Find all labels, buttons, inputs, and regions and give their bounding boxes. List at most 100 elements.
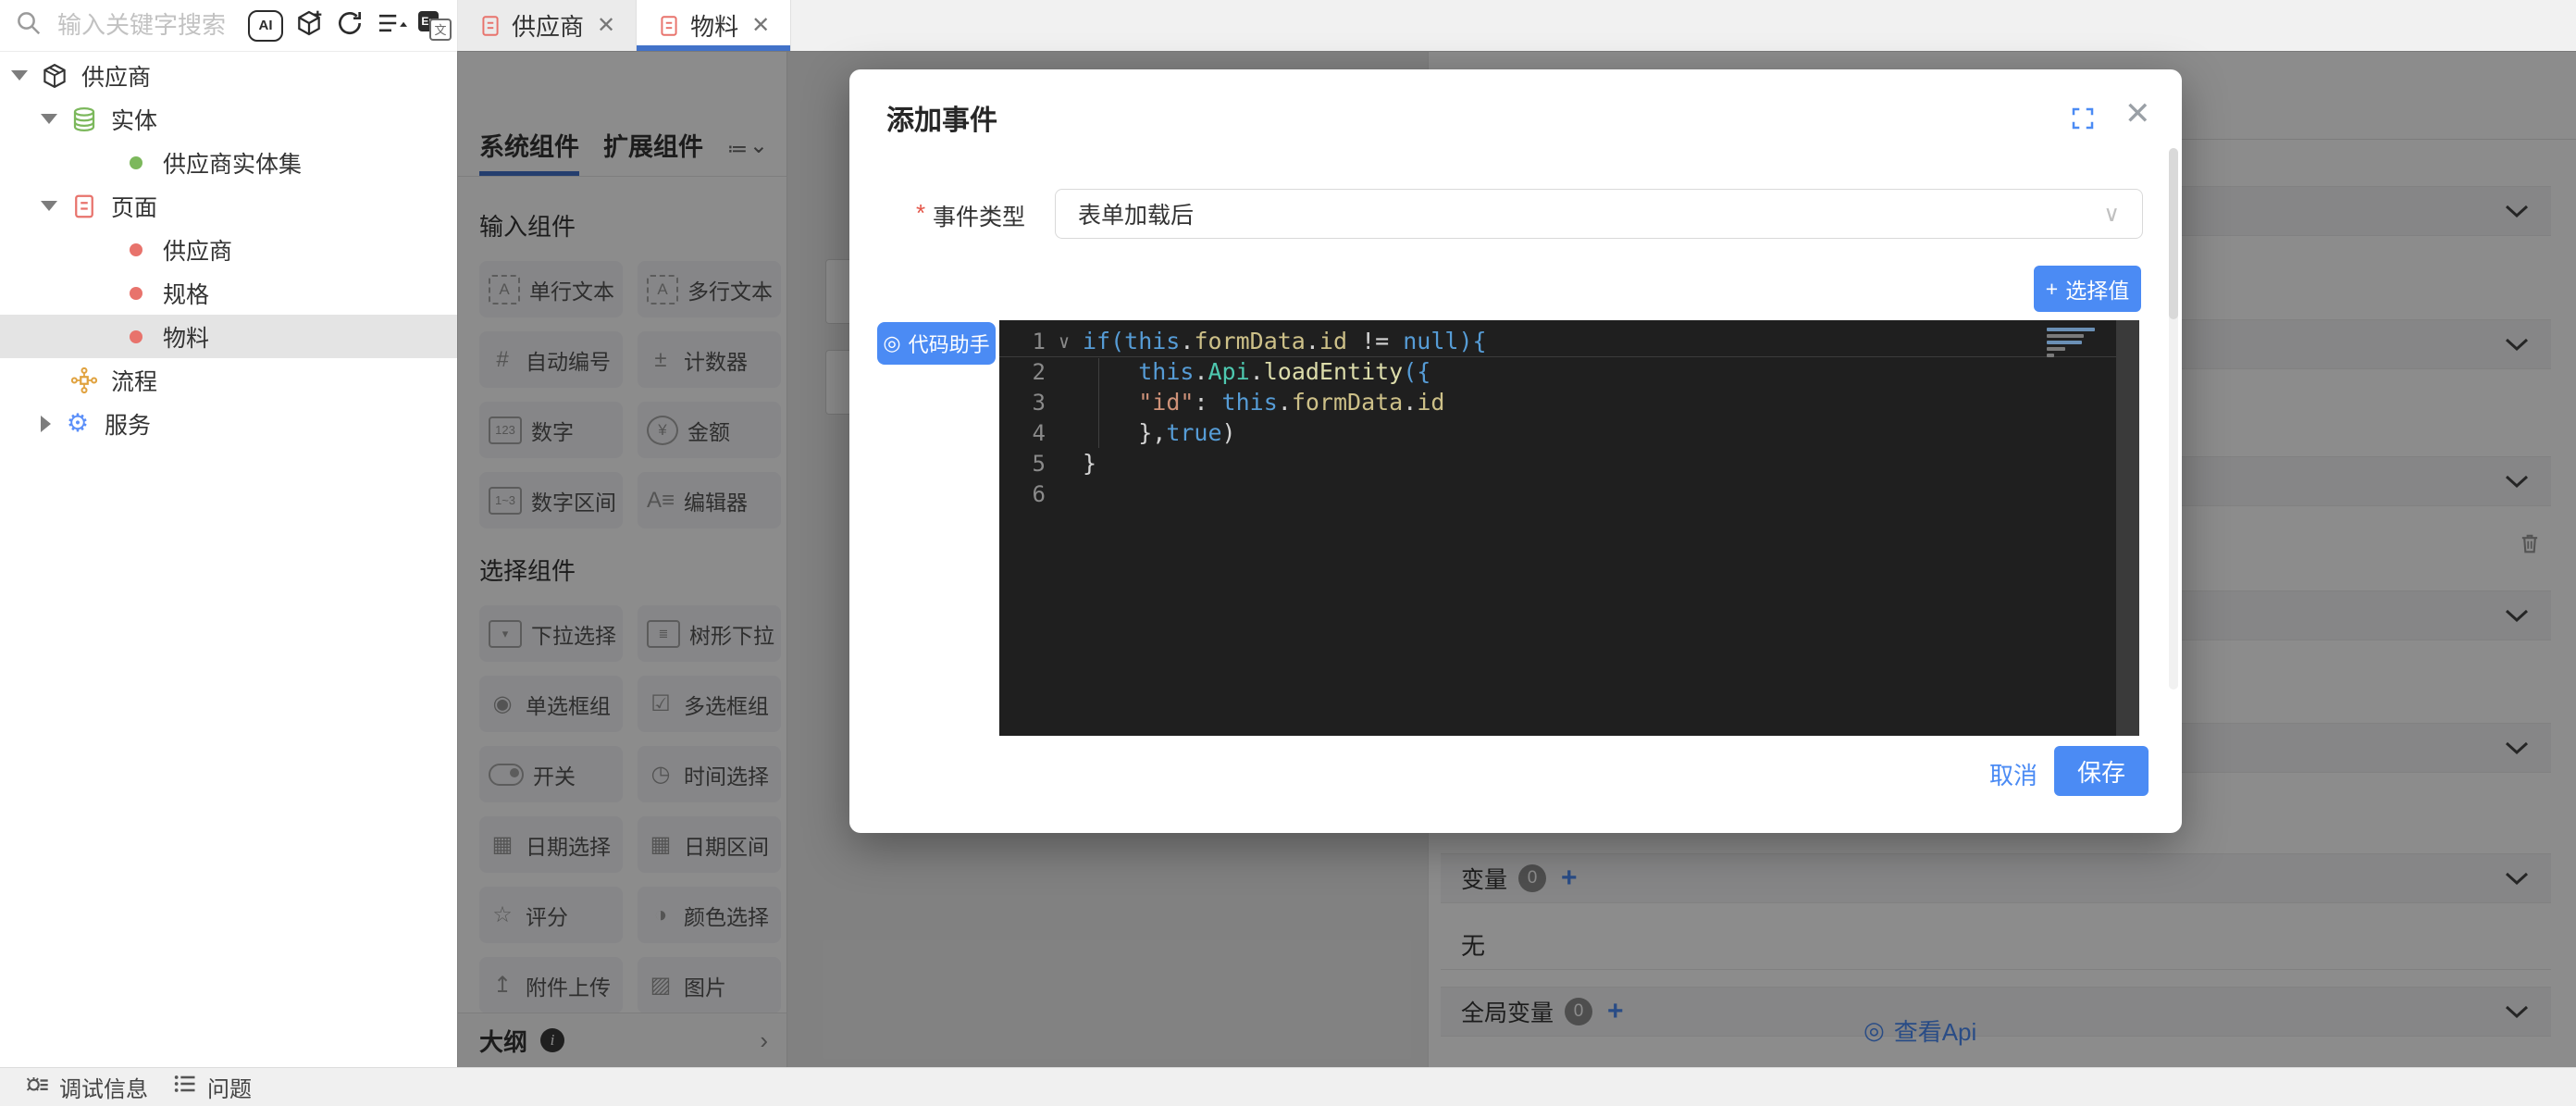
line-number: 2 xyxy=(999,359,1046,385)
app-root: { "topbar": { "search_placeholder": "输入关… xyxy=(0,0,2576,1105)
code-token: formData xyxy=(1292,389,1403,416)
code-token: "id" xyxy=(1138,389,1194,416)
code-assistant-button[interactable]: ◎ 代码助手 xyxy=(877,322,996,365)
tree-item-label: 供应商 xyxy=(163,233,232,267)
code-token: . xyxy=(1403,389,1417,416)
code-line-1[interactable]: 1∨if(this.formData.id != null){ xyxy=(999,326,2116,356)
line-number: 6 xyxy=(999,481,1046,507)
editor-scrollbar[interactable] xyxy=(2116,320,2139,736)
tree-item-服务[interactable]: ⚙服务 xyxy=(0,402,457,445)
tree-item-供应商实体集[interactable]: 供应商实体集 xyxy=(0,141,457,184)
tree-item-物料[interactable]: 物料 xyxy=(0,315,457,358)
code-token xyxy=(1083,389,1138,416)
code-text: this.Api.loadEntity({ xyxy=(1083,358,1430,385)
code-token: Api xyxy=(1208,358,1250,385)
status-bar: 调试信息 问题 xyxy=(0,1067,2576,1106)
code-token: true xyxy=(1166,419,1221,446)
flow-icon xyxy=(68,365,100,396)
code-token: this xyxy=(1222,389,1278,416)
close-tab-icon[interactable]: ✕ xyxy=(751,12,770,39)
issues-button[interactable]: 问题 xyxy=(172,1071,252,1103)
line-number: 4 xyxy=(999,420,1046,446)
code-token: . xyxy=(1250,358,1264,385)
tree-item-供应商[interactable]: 供应商 xyxy=(0,54,457,97)
tree-item-label: 实体 xyxy=(111,103,157,136)
code-lines: 1∨if(this.formData.id != null){2 this.Ap… xyxy=(999,326,2116,509)
caret-down-icon[interactable] xyxy=(41,201,57,211)
tree-item-label: 服务 xyxy=(105,407,151,441)
dialog-title: 添加事件 xyxy=(886,97,997,138)
tree-item-label: 供应商 xyxy=(81,59,151,93)
dialog-scrollbar[interactable] xyxy=(2169,148,2178,690)
code-token xyxy=(1083,358,1138,385)
editor-tab-0[interactable]: 供应商✕ xyxy=(458,0,637,51)
tree-item-label: 物料 xyxy=(163,320,209,354)
caret-down-icon[interactable] xyxy=(41,114,57,124)
dialog-scrollbar-thumb[interactable] xyxy=(2169,148,2178,319)
code-token: ({ xyxy=(1403,358,1430,385)
tree-item-规格[interactable]: 规格 xyxy=(0,271,457,315)
code-token: if( xyxy=(1083,328,1124,354)
tree-item-流程[interactable]: 流程 xyxy=(0,358,457,402)
tree-item-label: 页面 xyxy=(111,190,157,223)
tab-label: 物料 xyxy=(690,8,738,43)
topbar-actions: AI En 文 xyxy=(248,0,452,51)
target-icon: ◎ xyxy=(883,331,900,355)
close-icon[interactable]: ✕ xyxy=(2124,95,2151,132)
code-line-3[interactable]: 3 "id": this.formData.id xyxy=(999,387,2116,417)
code-token: != xyxy=(1347,328,1403,354)
ai-assistant-icon[interactable]: AI xyxy=(248,10,283,42)
list-collapse-icon[interactable] xyxy=(376,8,407,43)
minimap xyxy=(2047,328,2102,360)
refresh-icon[interactable] xyxy=(335,8,365,43)
code-token xyxy=(1083,419,1138,446)
code-token: id xyxy=(1417,389,1444,416)
required-mark: * xyxy=(916,199,925,228)
translate-zh: 文 xyxy=(429,19,452,41)
translate-icon[interactable]: En 文 xyxy=(418,11,452,41)
project-tree-sidebar: 供应商实体供应商实体集页面供应商规格物料流程⚙服务 xyxy=(0,51,458,1070)
debug-icon xyxy=(24,1071,50,1103)
editor-tab-1[interactable]: 物料 ✕ xyxy=(637,0,791,51)
code-token: . xyxy=(1180,328,1194,354)
code-line-2[interactable]: 2 this.Api.loadEntity({ xyxy=(999,356,2116,387)
code-assistant-label: 代码助手 xyxy=(909,329,990,358)
code-editor[interactable]: 1∨if(this.formData.id != null){2 this.Ap… xyxy=(999,320,2139,736)
code-token: . xyxy=(1306,328,1319,354)
code-token: : xyxy=(1194,389,1221,416)
debug-info-button[interactable]: 调试信息 xyxy=(24,1071,148,1103)
debug-label: 调试信息 xyxy=(59,1071,148,1103)
code-text: },true) xyxy=(1083,419,1236,446)
caret-down-icon[interactable] xyxy=(11,70,28,81)
code-line-6[interactable]: 6 xyxy=(999,478,2116,509)
code-text: "id": this.formData.id xyxy=(1083,389,1444,416)
page-icon xyxy=(657,14,681,38)
tree-item-页面[interactable]: 页面 xyxy=(0,184,457,228)
close-tab-icon[interactable]: ✕ xyxy=(597,12,615,39)
tree-item-label: 流程 xyxy=(111,364,157,397)
tree-item-实体[interactable]: 实体 xyxy=(0,97,457,141)
code-token: id xyxy=(1319,328,1347,354)
search-area: AI En 文 xyxy=(0,0,458,52)
fold-icon[interactable]: ∨ xyxy=(1046,330,1083,353)
db-icon xyxy=(68,104,100,135)
code-token: ){ xyxy=(1458,328,1486,354)
code-token: . xyxy=(1194,358,1208,385)
tree-item-label: 规格 xyxy=(163,277,209,310)
fullscreen-icon[interactable] xyxy=(2069,105,2097,137)
code-line-5[interactable]: 5} xyxy=(999,448,2116,478)
tree-item-供应商[interactable]: 供应商 xyxy=(0,228,457,271)
tree-item-label: 供应商实体集 xyxy=(163,146,302,180)
event-type-select[interactable]: 表单加载后 ∨ xyxy=(1055,189,2143,239)
cancel-button[interactable]: 取消 xyxy=(1984,756,2043,792)
save-button[interactable]: 保存 xyxy=(2054,746,2149,796)
select-value-label: 选择值 xyxy=(2065,273,2129,304)
caret-right-icon[interactable] xyxy=(41,416,51,432)
dot-green-icon xyxy=(120,147,152,179)
add-module-icon[interactable] xyxy=(294,8,324,43)
code-line-4[interactable]: 4 },true) xyxy=(999,417,2116,448)
add-event-dialog: 添加事件 ✕ * 事件类型 表单加载后 ∨ + 选择值 ◎ 代码助手 1∨if(… xyxy=(849,69,2182,833)
code-token: . xyxy=(1278,389,1292,416)
select-value-button[interactable]: + 选择值 xyxy=(2034,266,2141,312)
code-token: formData xyxy=(1194,328,1305,354)
